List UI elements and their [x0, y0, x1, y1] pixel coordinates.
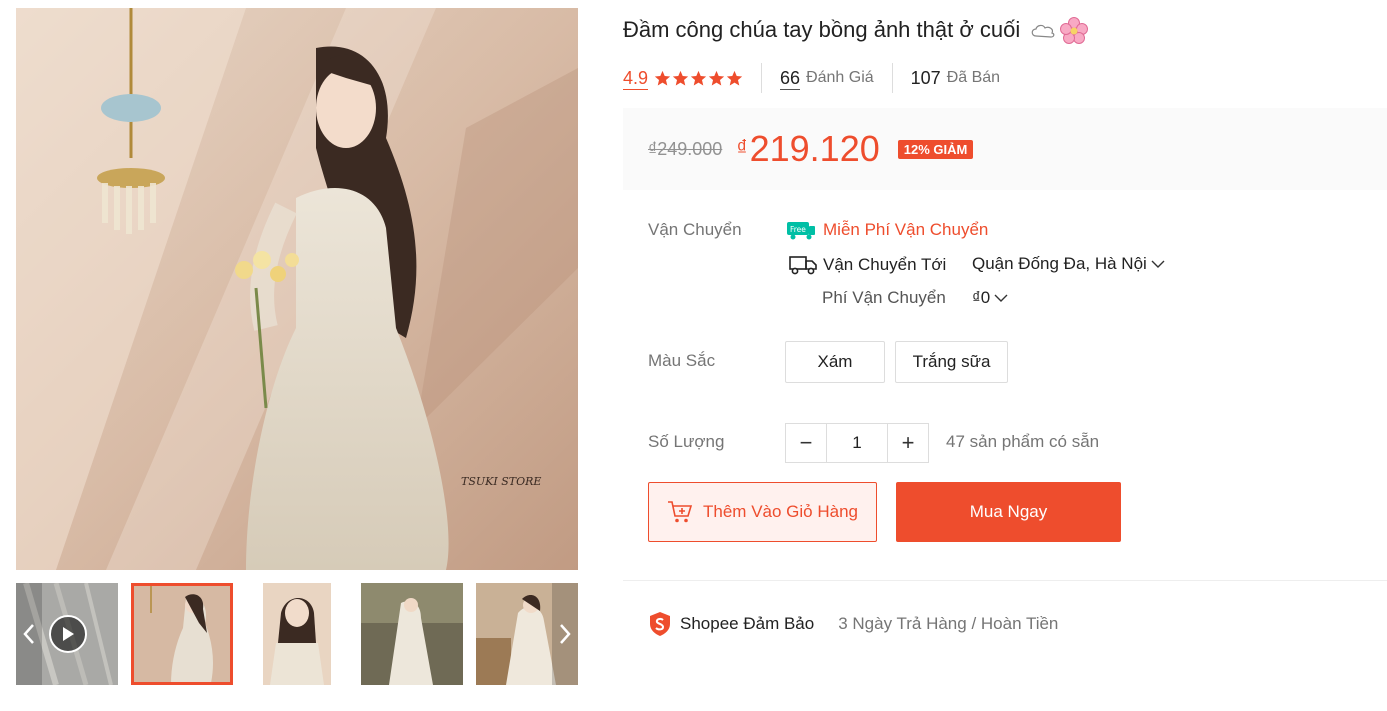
ship-to-value: Quận Đống Đa, Hà Nội	[972, 254, 1147, 273]
thumbnail-strip	[16, 583, 578, 685]
star-icon	[654, 70, 671, 85]
rating-value: 4.9	[623, 67, 649, 90]
shipping-fee-row: Phí Vận Chuyển ₫0	[822, 288, 1008, 308]
variant-option-milk-white[interactable]: Trắng sữa	[895, 341, 1008, 383]
ship-to-location[interactable]: Quận Đống Đa, Hà Nội	[972, 254, 1165, 274]
quantity-input[interactable]: 1	[826, 424, 888, 462]
section-divider	[623, 580, 1387, 581]
color-label: Màu Sắc	[648, 351, 716, 370]
chevron-right-icon	[560, 624, 571, 644]
free-badge-text: Free	[790, 225, 806, 234]
star-icon	[672, 70, 689, 85]
thumbnail-next-button[interactable]	[552, 583, 578, 685]
quantity-stepper: − 1 +	[785, 423, 929, 463]
quantity-increase-button[interactable]: +	[888, 424, 928, 462]
sold-stat: 107 Đã Bán	[893, 63, 1018, 93]
stock-text: 47 sản phẩm có sẵn	[946, 432, 1100, 451]
add-to-cart-button[interactable]: Thêm Vào Giỏ Hàng	[648, 482, 877, 542]
price-box: ₫249.000 ₫ 219.120 12% GIẢM	[623, 108, 1387, 190]
chevron-down-icon	[994, 294, 1008, 302]
thumbnail-image[interactable]	[131, 583, 233, 685]
product-title-text: Đầm công chúa tay bồng ảnh thật ở cuối	[623, 17, 1021, 42]
play-icon[interactable]	[49, 615, 87, 653]
shield-icon	[650, 612, 670, 636]
shipping-label: Vận Chuyển	[648, 220, 742, 239]
watermark-text: TSUKI STORE	[461, 475, 541, 488]
guarantee-brand: Shopee Đảm Bảo	[680, 614, 815, 633]
add-to-cart-label: Thêm Vào Giỏ Hàng	[703, 502, 858, 521]
currency-symbol: ₫	[736, 135, 748, 160]
free-shipping-icon: Free	[787, 222, 815, 240]
shipping-fee-label: Phí Vận Chuyển	[822, 288, 946, 307]
thumbnail-image[interactable]	[361, 583, 463, 685]
reviews-stat[interactable]: 66 Đánh Giá	[762, 63, 893, 93]
reviews-label: Đánh Giá	[806, 69, 874, 86]
reviews-count: 66	[780, 67, 801, 90]
sold-label: Đã Bán	[946, 69, 1001, 86]
product-title: Đầm công chúa tay bồng ảnh thật ở cuối	[623, 16, 1373, 45]
rating-stars	[654, 70, 743, 87]
free-shipping-text: Miễn Phí Vận Chuyển	[823, 220, 989, 239]
current-price-value: 219.120	[749, 128, 880, 169]
buy-now-button[interactable]: Mua Ngay	[896, 482, 1121, 542]
sold-count: 107	[910, 68, 941, 88]
thumbnail-prev-button[interactable]	[16, 583, 42, 685]
star-icon	[726, 70, 743, 85]
chevron-down-icon	[1151, 260, 1165, 268]
star-icon	[708, 70, 725, 85]
star-icon	[690, 70, 707, 85]
product-page: TSUKI STORE Đầm công chúa tay bồng ảnh t…	[0, 0, 1387, 711]
current-price: ₫ 219.120	[736, 128, 879, 170]
main-product-image[interactable]: TSUKI STORE	[16, 8, 578, 570]
cart-add-icon	[668, 501, 693, 523]
guarantee-policy: 3 Ngày Trả Hàng / Hoàn Tiền	[838, 614, 1059, 633]
truck-icon	[789, 256, 817, 275]
rating-stat[interactable]: 4.9	[623, 63, 763, 93]
ship-to-label: Vận Chuyển Tới	[823, 255, 947, 274]
shipping-fee-dropdown[interactable]: ₫0	[972, 288, 1008, 308]
free-shipping: Free Miễn Phí Vận Chuyển	[787, 220, 988, 240]
shopee-guarantee[interactable]: Shopee Đảm Bảo 3 Ngày Trả Hàng / Hoàn Ti…	[648, 611, 1058, 637]
thumbnail-image[interactable]	[246, 583, 348, 685]
variant-option-gray[interactable]: Xám	[785, 341, 885, 383]
shipping-fee-value: ₫0	[972, 288, 991, 307]
cherry-blossom-icon	[1060, 17, 1089, 45]
quantity-decrease-button[interactable]: −	[786, 424, 826, 462]
original-price: ₫249.000	[648, 138, 723, 159]
discount-badge: 12% GIẢM	[897, 139, 974, 159]
chevron-left-icon	[23, 624, 34, 644]
product-stats: 4.9 66 Đánh Giá 107 Đã Bán	[623, 63, 1018, 93]
quantity-label: Số Lượng	[648, 432, 725, 451]
ship-to-row: Vận Chuyển Tới Quận Đống Đa, Hà Nội	[789, 254, 1165, 276]
cloud-emoji-icon	[1032, 25, 1055, 38]
